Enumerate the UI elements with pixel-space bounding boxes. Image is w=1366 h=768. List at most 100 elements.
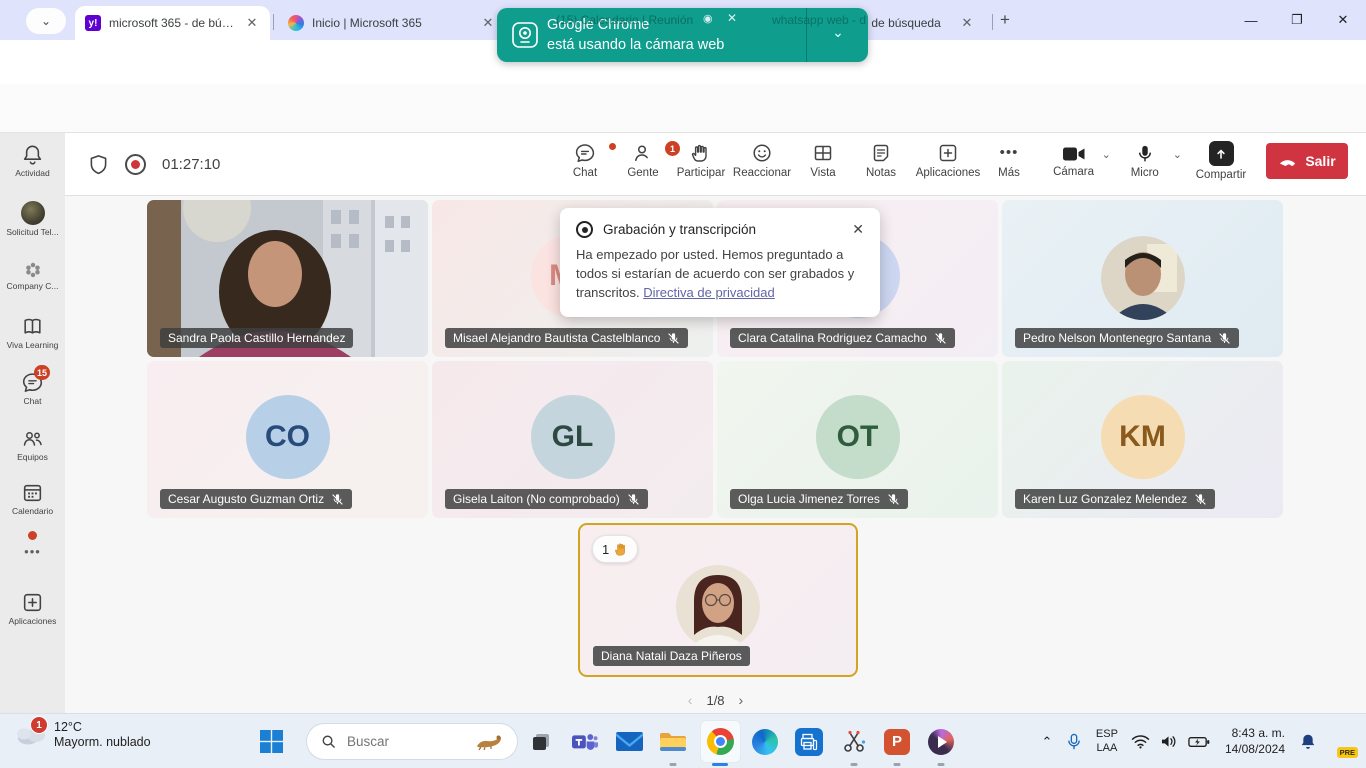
participant-tile-cesar[interactable]: CO Cesar Augusto Guzman Ortiz <box>147 361 428 518</box>
chat-unread-badge: 15 <box>34 365 50 380</box>
cloud-icon: 1 <box>14 720 48 746</box>
tab-close-icon[interactable]: ✕ <box>727 11 737 25</box>
sidebar-item-company[interactable]: Company C... <box>0 261 65 291</box>
sidebar-item-aplicaciones[interactable]: Aplicaciones <box>0 591 65 626</box>
banner-message: está usando la cámara web <box>547 37 724 53</box>
sidebar-item-chat[interactable]: 15 Chat <box>0 371 65 406</box>
camera-options-chevron-icon[interactable]: ⌄ <box>1102 148 1111 161</box>
hidden-tab-title: (15) Calendario | Reunión <box>556 13 698 27</box>
close-button[interactable]: ✕ <box>1320 12 1366 28</box>
mic-button[interactable]: Micro <box>1119 144 1171 179</box>
taskbar-clock[interactable]: 8:43 a. m. 14/08/2024 <box>1225 726 1285 757</box>
pager-next-icon[interactable]: › <box>739 692 744 708</box>
tab-microsoft365-search[interactable]: y! microsoft 365 - de búsqueda ✕ <box>75 6 270 40</box>
taskbar-chrome-button[interactable] <box>703 714 737 768</box>
media-player-icon <box>928 729 954 755</box>
minimize-button[interactable]: — <box>1228 13 1274 28</box>
calendar-icon <box>0 481 65 504</box>
language-indicator[interactable]: ESP LAA <box>1096 728 1118 756</box>
printer-icon <box>795 728 823 756</box>
taskbar-mail-button[interactable] <box>612 714 646 768</box>
people-icon <box>0 427 65 450</box>
sidebar-item-calendario[interactable]: Calendario <box>0 481 65 516</box>
running-indicator <box>851 763 858 766</box>
raise-hand-button[interactable]: Participar <box>672 139 730 179</box>
taskbar-teams-button[interactable] <box>568 714 602 768</box>
avatar-photo <box>676 565 760 649</box>
battery-charging-icon[interactable] <box>1188 736 1210 748</box>
leave-button[interactable]: Salir <box>1266 143 1348 179</box>
participant-tile-gisela[interactable]: GL Gisela Laiton (No comprobado) <box>432 361 713 518</box>
sidebar-item-more[interactable]: ••• <box>0 531 65 559</box>
sidebar-item-viva-learning[interactable]: Viva Learning <box>0 315 65 350</box>
running-indicator <box>712 763 728 766</box>
participant-tile-pedro[interactable]: Pedro Nelson Montenegro Santana <box>1002 200 1283 357</box>
book-icon <box>0 315 65 338</box>
solicitud-app-icon <box>0 201 65 225</box>
taskbar-edge-button[interactable] <box>748 714 782 768</box>
tab-m365-home[interactable]: Inicio | Microsoft 365 ✕ <box>278 6 506 40</box>
react-button[interactable]: Reaccionar <box>730 139 794 179</box>
notes-button[interactable]: Notas <box>852 139 910 179</box>
mic-off-icon <box>667 332 680 345</box>
copilot-icon[interactable]: PRE <box>1325 728 1352 755</box>
task-view-button[interactable] <box>524 714 558 768</box>
notifications-bell-icon[interactable] <box>1299 733 1317 751</box>
participant-tile-olga[interactable]: OT Olga Lucia Jimenez Torres <box>717 361 998 518</box>
chat-button[interactable]: Chat <box>556 139 614 179</box>
toast-close-icon[interactable]: ✕ <box>852 221 864 238</box>
more-notification-dot <box>28 531 37 540</box>
tray-overflow-chevron-icon[interactable]: ⌃ <box>1034 734 1060 750</box>
volume-icon[interactable] <box>1160 734 1178 749</box>
taskbar-search-box[interactable] <box>306 723 518 760</box>
mic-options-chevron-icon[interactable]: ⌄ <box>1173 148 1182 161</box>
weather-condition: Mayorm. nublado <box>54 735 151 749</box>
sidebar-item-solicitud[interactable]: Solicitud Tel... <box>0 201 65 237</box>
participant-tile-karen[interactable]: KM Karen Luz Gonzalez Melendez <box>1002 361 1283 518</box>
pager-prev-icon[interactable]: ‹ <box>688 692 693 708</box>
participant-tile-diana[interactable]: 1 Diana Natali Daza Piñeros <box>578 523 858 677</box>
mic-off-icon <box>887 493 900 506</box>
tab-close-icon[interactable]: ✕ <box>959 15 975 31</box>
taskbar-search-input[interactable] <box>345 733 469 750</box>
camera-button[interactable]: Cámara <box>1048 145 1100 178</box>
taskbar-explorer-button[interactable] <box>656 714 690 768</box>
mic-off-icon <box>1218 332 1231 345</box>
taskbar-snipping-button[interactable] <box>837 714 871 768</box>
mic-in-use-icon[interactable] <box>1066 733 1082 751</box>
taskbar-weather-widget[interactable]: 1 12°C Mayorm. nublado <box>14 720 151 749</box>
maximize-button[interactable]: ❐ <box>1274 12 1320 28</box>
taskbar-fax-button[interactable] <box>792 714 826 768</box>
weather-alert-badge: 1 <box>30 716 48 734</box>
sidebar-item-equipos[interactable]: Equipos <box>0 427 65 462</box>
sidebar-item-actividad[interactable]: Actividad <box>0 143 65 178</box>
hand-icon <box>690 142 712 164</box>
teams-sidebar: Actividad Solicitud Tel... Company C... … <box>0 133 65 713</box>
taskbar-media-player-button[interactable] <box>924 714 958 768</box>
start-button[interactable] <box>254 714 288 768</box>
new-tab-button[interactable]: + <box>1000 10 1010 30</box>
view-button[interactable]: Vista <box>794 139 852 179</box>
participant-name-label: Pedro Nelson Montenegro Santana <box>1015 328 1239 348</box>
share-button[interactable]: Compartir <box>1190 141 1252 181</box>
mic-icon <box>1135 144 1155 164</box>
more-button[interactable]: ••• Más <box>986 139 1032 179</box>
search-highlight-lizard-icon <box>475 732 503 752</box>
raised-hand-icon <box>614 542 628 557</box>
apps-button[interactable]: Aplicaciones <box>910 139 986 179</box>
wifi-icon[interactable] <box>1131 734 1150 749</box>
participant-tile-sandra[interactable]: Sandra Paola Castillo Hernandez <box>147 200 428 357</box>
tab-close-icon[interactable]: ✕ <box>480 15 496 31</box>
participant-name-label: Karen Luz Gonzalez Melendez <box>1015 489 1215 509</box>
taskbar-powerpoint-button[interactable]: P <box>880 714 914 768</box>
smiley-icon <box>751 142 773 164</box>
participant-name-label: Gisela Laiton (No comprobado) <box>445 489 648 509</box>
mic-off-icon <box>1194 493 1207 506</box>
recording-toast: Grabación y transcripción ✕ Ha empezado … <box>560 208 880 317</box>
gallery-pager: ‹ 1/8 › <box>688 692 743 708</box>
plus-square-icon <box>937 142 959 164</box>
privacy-policy-link[interactable]: Directiva de privacidad <box>643 285 775 300</box>
tab-close-icon[interactable]: ✕ <box>244 15 260 31</box>
people-button[interactable]: 1 Gente <box>614 139 672 179</box>
tab-search-button[interactable]: ⌄ <box>26 8 66 34</box>
